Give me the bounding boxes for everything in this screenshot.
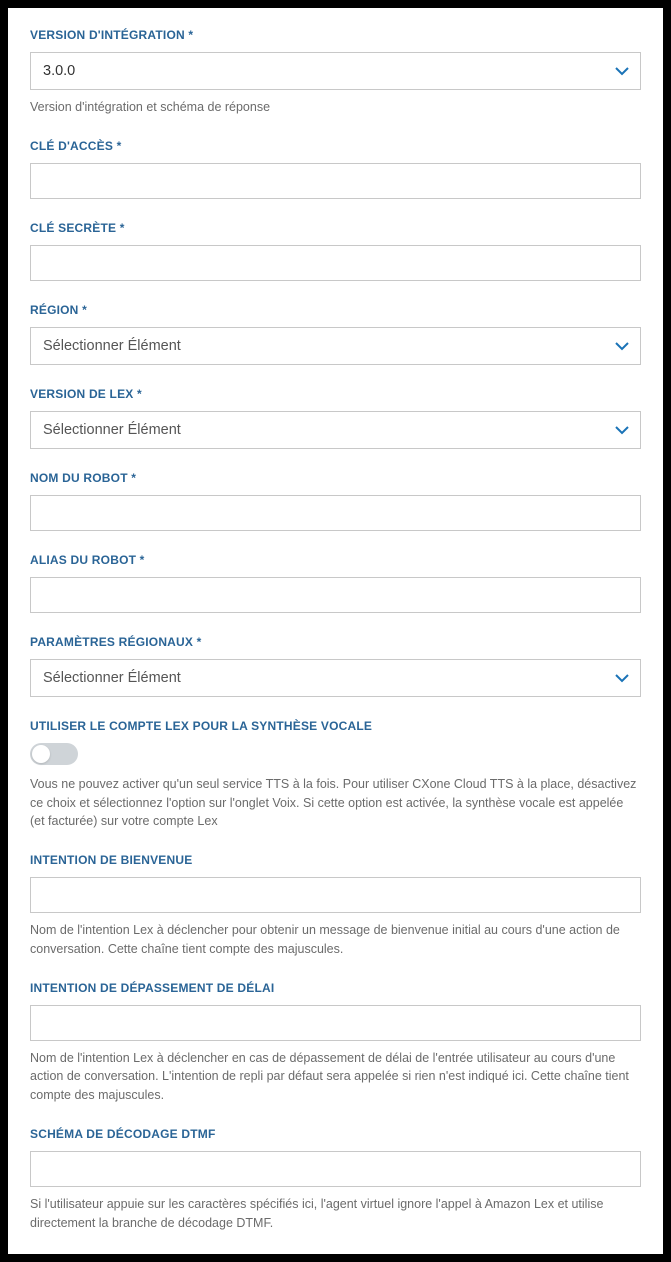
- label-bot-alias: ALIAS DU ROBOT *: [30, 553, 641, 567]
- form-panel: VERSION D'INTÉGRATION * 3.0.0 Version d'…: [8, 8, 663, 1254]
- label-secret-key: CLÉ SECRÈTE *: [30, 221, 641, 235]
- help-welcome-intent: Nom de l'intention Lex à déclencher pour…: [30, 921, 641, 959]
- label-bot-name: NOM DU ROBOT *: [30, 471, 641, 485]
- select-locale[interactable]: Sélectionner Élément: [30, 659, 641, 697]
- field-lex-version: VERSION DE LEX * Sélectionner Élément: [30, 387, 641, 449]
- label-use-lex-tts: UTILISER LE COMPTE LEX POUR LA SYNTHÈSE …: [30, 719, 641, 733]
- label-dtmf: SCHÉMA DE DÉCODAGE DTMF: [30, 1127, 641, 1141]
- input-bot-name[interactable]: [30, 495, 641, 531]
- field-bot-alias: ALIAS DU ROBOT *: [30, 553, 641, 613]
- input-bot-alias[interactable]: [30, 577, 641, 613]
- field-integration-version: VERSION D'INTÉGRATION * 3.0.0 Version d'…: [30, 28, 641, 117]
- field-locale: PARAMÈTRES RÉGIONAUX * Sélectionner Élém…: [30, 635, 641, 697]
- toggle-use-lex-tts[interactable]: [30, 743, 78, 765]
- label-welcome-intent: INTENTION DE BIENVENUE: [30, 853, 641, 867]
- input-timeout-intent[interactable]: [30, 1005, 641, 1041]
- select-placeholder: Sélectionner Élément: [30, 327, 641, 365]
- help-integration-version: Version d'intégration et schéma de répon…: [30, 98, 641, 117]
- input-welcome-intent[interactable]: [30, 877, 641, 913]
- field-bot-name: NOM DU ROBOT *: [30, 471, 641, 531]
- select-integration-version[interactable]: 3.0.0: [30, 52, 641, 90]
- select-value: 3.0.0: [30, 52, 641, 90]
- select-lex-version[interactable]: Sélectionner Élément: [30, 411, 641, 449]
- select-placeholder: Sélectionner Élément: [30, 411, 641, 449]
- help-timeout-intent: Nom de l'intention Lex à déclencher en c…: [30, 1049, 641, 1105]
- label-locale: PARAMÈTRES RÉGIONAUX *: [30, 635, 641, 649]
- field-welcome-intent: INTENTION DE BIENVENUE Nom de l'intentio…: [30, 853, 641, 959]
- select-placeholder: Sélectionner Élément: [30, 659, 641, 697]
- label-lex-version: VERSION DE LEX *: [30, 387, 641, 401]
- field-secret-key: CLÉ SECRÈTE *: [30, 221, 641, 281]
- field-region: RÉGION * Sélectionner Élément: [30, 303, 641, 365]
- label-timeout-intent: INTENTION DE DÉPASSEMENT DE DÉLAI: [30, 981, 641, 995]
- input-dtmf[interactable]: [30, 1151, 641, 1187]
- select-region[interactable]: Sélectionner Élément: [30, 327, 641, 365]
- input-access-key[interactable]: [30, 163, 641, 199]
- label-region: RÉGION *: [30, 303, 641, 317]
- field-use-lex-tts: UTILISER LE COMPTE LEX POUR LA SYNTHÈSE …: [30, 719, 641, 831]
- label-access-key: CLÉ D'ACCÈS *: [30, 139, 641, 153]
- toggle-knob: [32, 745, 50, 763]
- field-timeout-intent: INTENTION DE DÉPASSEMENT DE DÉLAI Nom de…: [30, 981, 641, 1105]
- input-secret-key[interactable]: [30, 245, 641, 281]
- field-access-key: CLÉ D'ACCÈS *: [30, 139, 641, 199]
- help-dtmf: Si l'utilisateur appuie sur les caractèr…: [30, 1195, 641, 1233]
- help-use-lex-tts: Vous ne pouvez activer qu'un seul servic…: [30, 775, 641, 831]
- label-integration-version: VERSION D'INTÉGRATION *: [30, 28, 641, 42]
- field-dtmf: SCHÉMA DE DÉCODAGE DTMF Si l'utilisateur…: [30, 1127, 641, 1233]
